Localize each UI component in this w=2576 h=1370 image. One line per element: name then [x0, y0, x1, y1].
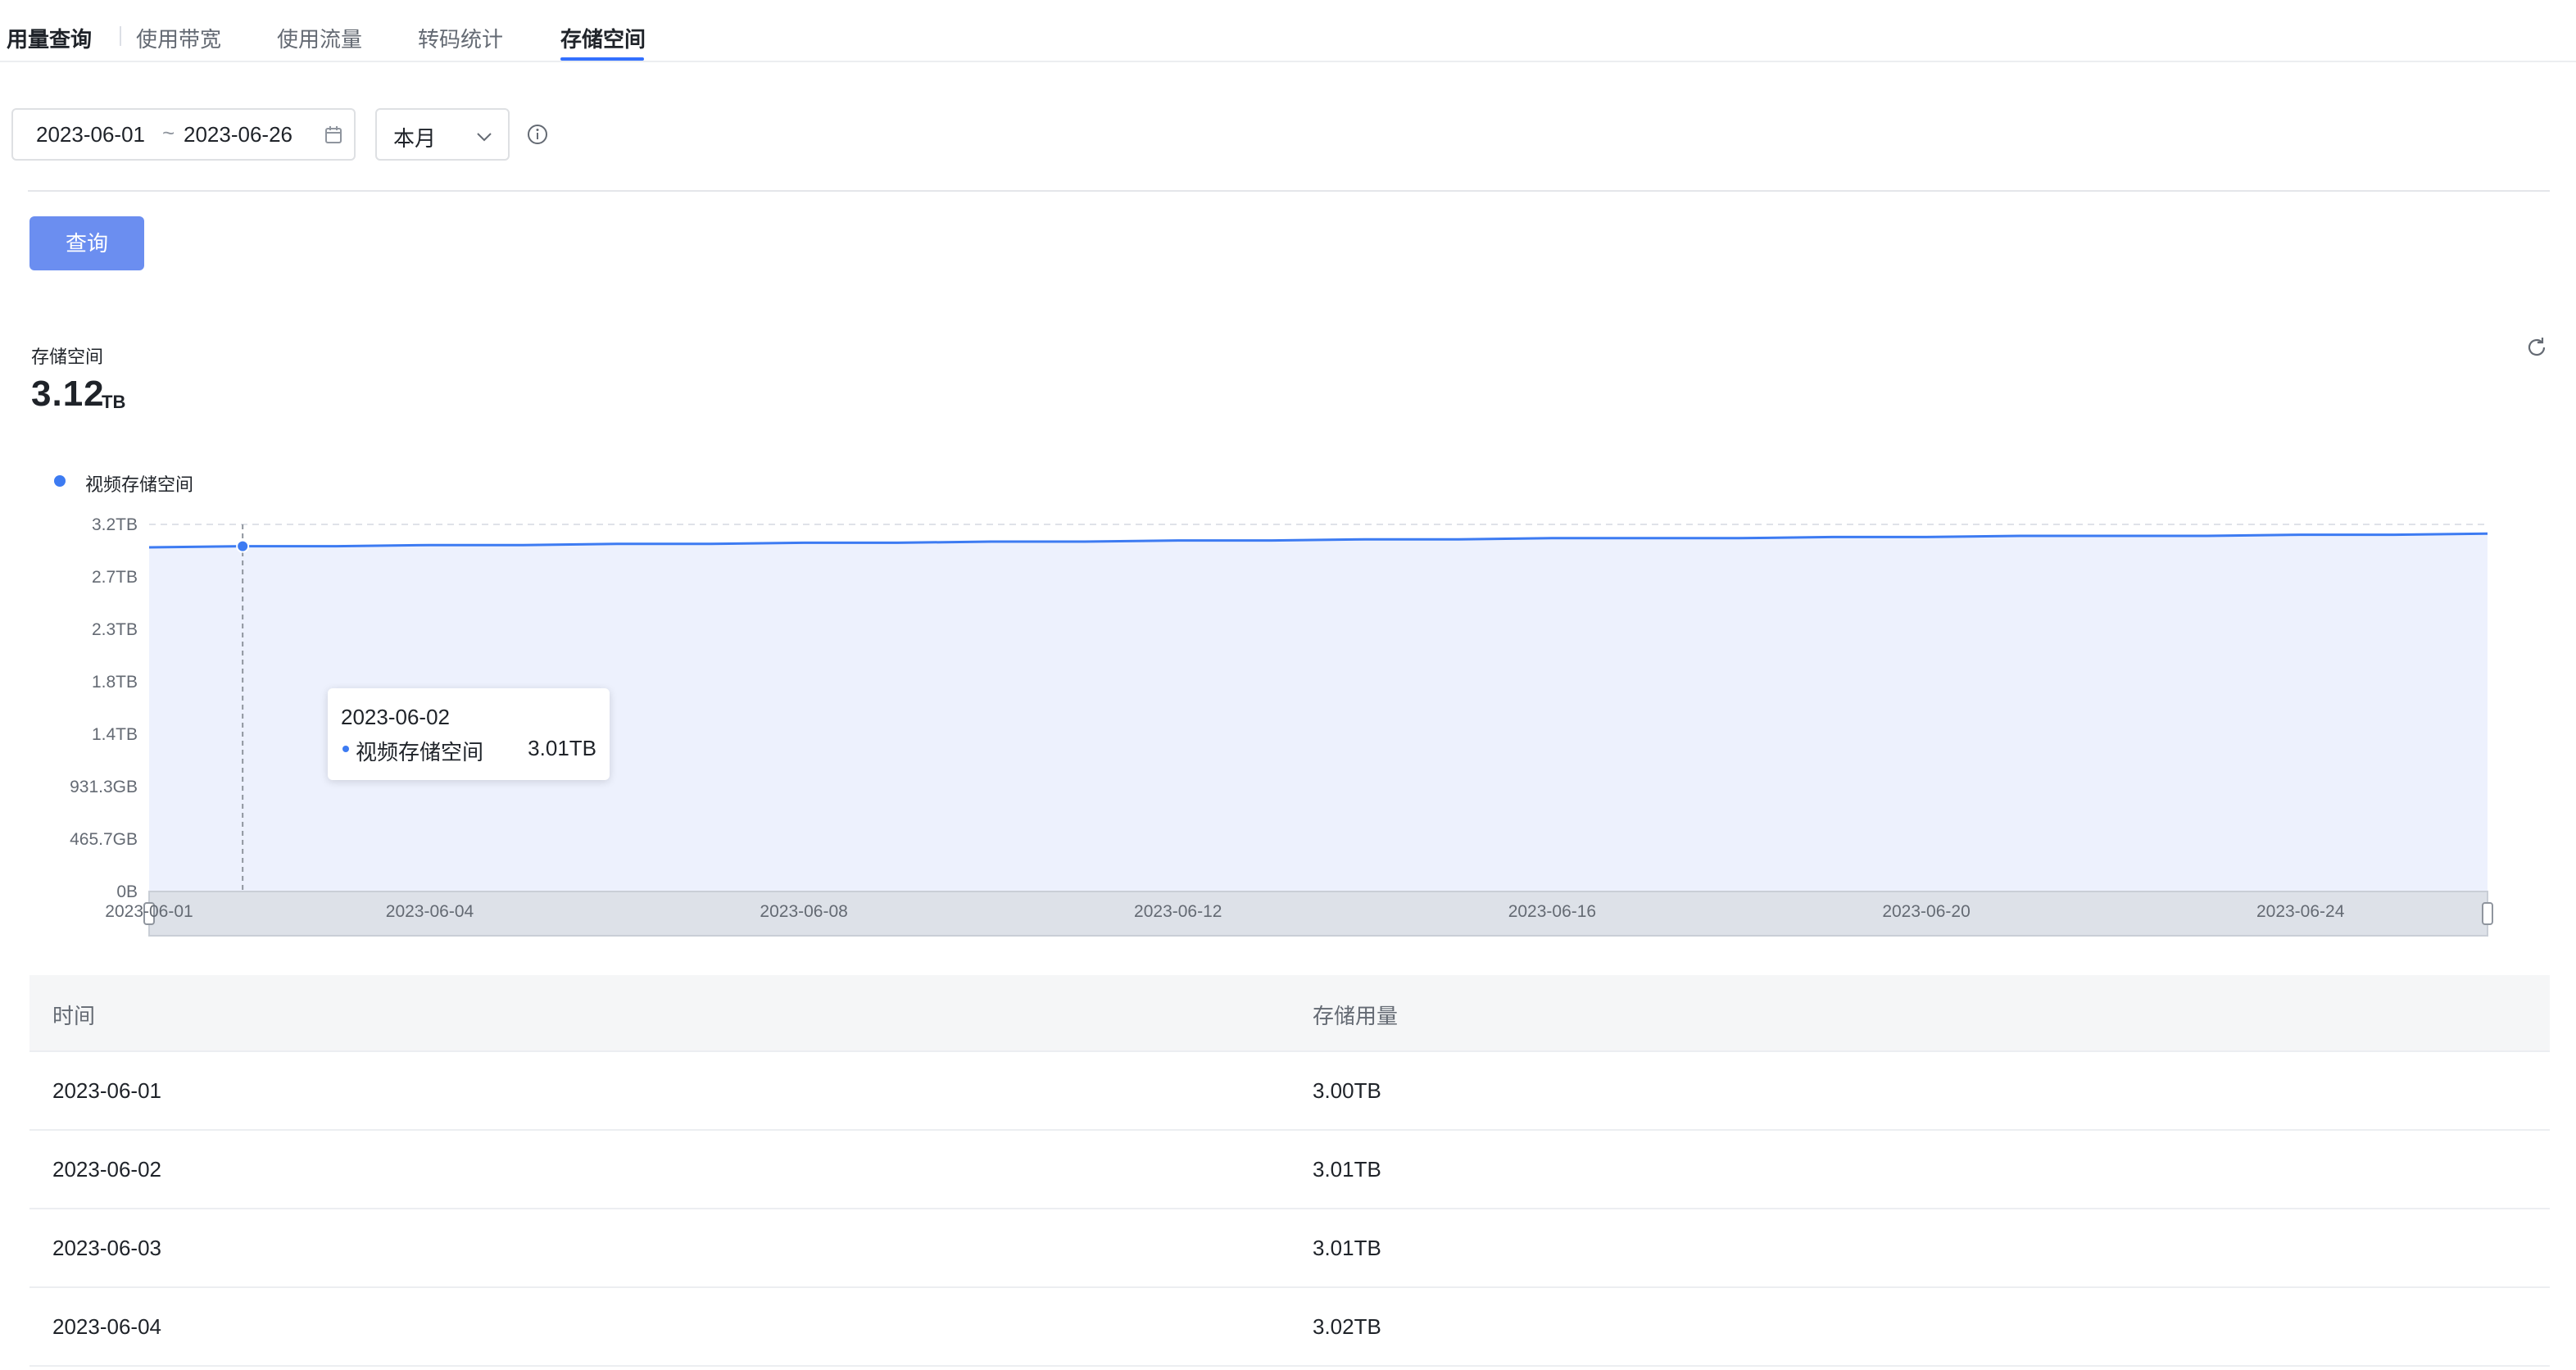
x-tick-label: 2023-06-08 — [760, 902, 847, 921]
tooltip-date: 2023-06-02 — [341, 705, 450, 729]
cell-usage: 3.02TB — [1313, 1314, 1381, 1339]
tab-traffic[interactable]: 使用流量 — [277, 23, 362, 53]
calendar-icon — [325, 126, 342, 143]
usage-table: 时间 存储用量 2023-06-01 3.00TB 2023-06-02 3.0… — [29, 975, 2550, 1367]
x-tick-label: 2023-06-24 — [2256, 902, 2345, 921]
table-row: 2023-06-01 3.00TB — [29, 1052, 2550, 1131]
y-tick-label: 2.7TB — [92, 568, 138, 587]
y-tick-label: 1.4TB — [92, 725, 138, 744]
table-row: 2023-06-02 3.01TB — [29, 1131, 2550, 1209]
cell-time: 2023-06-01 — [52, 1078, 161, 1103]
table-row: 2023-06-03 3.01TB — [29, 1209, 2550, 1288]
date-separator: ~ — [162, 120, 175, 145]
datazoom-handle-right — [2482, 902, 2493, 925]
tab-storage[interactable]: 存储空间 — [560, 23, 646, 53]
x-tick-label: 2023-06-01 — [105, 902, 193, 921]
tab-bandwidth[interactable]: 使用带宽 — [136, 23, 221, 53]
chevron-down-icon — [477, 133, 492, 142]
tooltip-series-marker — [342, 746, 349, 752]
info-icon[interactable] — [526, 123, 549, 146]
hover-point — [236, 539, 250, 553]
chart-tooltip: 2023-06-02 视频存储空间 3.01TB — [328, 688, 610, 780]
metric-unit: TB — [102, 392, 126, 412]
legend-marker — [54, 475, 66, 487]
tooltip-value: 3.01TB — [528, 736, 596, 760]
datazoom-slider — [148, 891, 2488, 937]
column-header-time: 时间 — [52, 1004, 96, 1028]
y-tick-label: 465.7GB — [70, 830, 138, 849]
y-tick-label: 1.8TB — [92, 673, 138, 692]
x-tick-label: 2023-06-04 — [386, 902, 474, 921]
date-range-picker[interactable]: 2023-06-01 ~ 2023-06-26 — [11, 108, 356, 161]
cell-time: 2023-06-02 — [52, 1157, 161, 1182]
cell-usage: 3.00TB — [1313, 1078, 1381, 1103]
x-tick-label: 2023-06-12 — [1134, 902, 1222, 921]
metric-value: 3.12 — [31, 374, 105, 414]
y-tick-label: 931.3GB — [70, 778, 138, 796]
active-tab-indicator — [560, 57, 644, 61]
query-button[interactable]: 查询 — [29, 216, 144, 270]
cell-usage: 3.01TB — [1313, 1157, 1381, 1182]
y-tick-label: 3.2TB — [92, 515, 138, 534]
x-tick-label: 2023-06-16 — [1508, 902, 1596, 921]
page-title: 用量查询 — [7, 27, 93, 52]
cell-time: 2023-06-03 — [52, 1236, 161, 1260]
y-tick-label: 2.3TB — [92, 620, 138, 639]
period-select-value: 本月 — [393, 126, 437, 151]
period-select[interactable]: 本月 — [375, 108, 510, 161]
tooltip-series-name: 视频存储空间 — [356, 740, 484, 764]
x-tick-label: 2023-06-20 — [1882, 902, 1970, 921]
cell-usage: 3.01TB — [1313, 1236, 1381, 1260]
date-end[interactable]: 2023-06-26 — [184, 122, 293, 147]
usage-tabs: 用量查询 使用带宽 使用流量 转码统计 存储空间 — [0, 0, 2576, 62]
date-start[interactable]: 2023-06-01 — [36, 122, 145, 147]
table-row: 2023-06-04 3.02TB — [29, 1288, 2550, 1367]
table-header: 时间 存储用量 — [29, 975, 2550, 1052]
y-tick-label: 0B — [116, 882, 138, 901]
filter-divider — [28, 190, 2550, 192]
refresh-icon[interactable] — [2524, 334, 2550, 361]
cell-time: 2023-06-04 — [52, 1314, 161, 1339]
tab-transcode[interactable]: 转码统计 — [418, 23, 503, 53]
metric-label: 存储空间 — [31, 347, 104, 367]
column-header-usage: 存储用量 — [1313, 1004, 1399, 1028]
tab-divider — [120, 26, 121, 46]
